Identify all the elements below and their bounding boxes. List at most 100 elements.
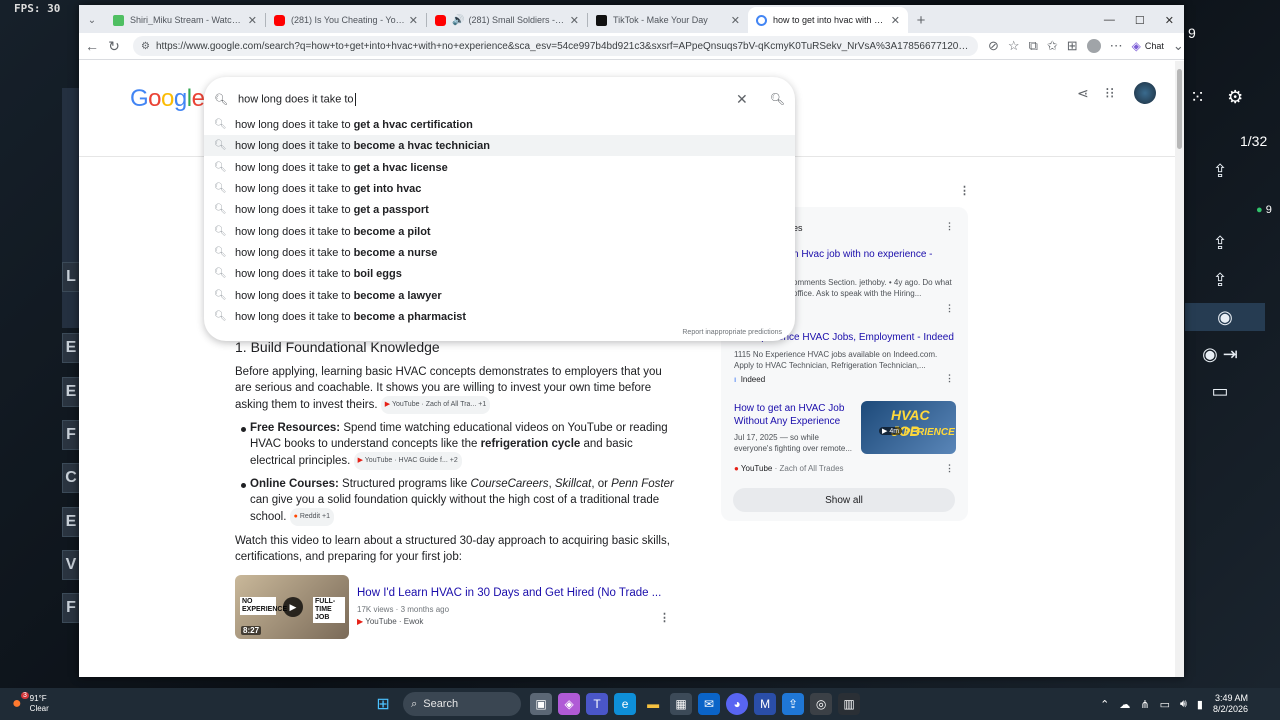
source-chip[interactable]: ● Reddit +1: [289, 508, 334, 526]
playstation-icon[interactable]: ◉: [1185, 303, 1265, 331]
close-tab-icon[interactable]: ✕: [891, 14, 900, 27]
desktop-tile-8[interactable]: F: [62, 593, 80, 623]
share-icon[interactable]: ⋖: [1077, 85, 1089, 102]
tab-search-chevron-icon[interactable]: ⌄: [79, 7, 105, 33]
app-icon-game[interactable]: ⇪: [782, 693, 805, 715]
store-icon[interactable]: ▦: [670, 693, 693, 715]
bookmark-star-icon[interactable]: ☆: [1008, 38, 1020, 54]
minimize-icon[interactable]: —: [1104, 14, 1115, 27]
desktop-tile-1[interactable]: L: [62, 262, 80, 292]
desktop-tile-6[interactable]: E: [62, 507, 80, 537]
cloud-icon[interactable]: ☁: [1119, 698, 1130, 711]
suggestion-item[interactable]: 🔍︎ how long does it take to get a passport: [204, 199, 795, 220]
settings-gear-icon[interactable]: ⚙: [1227, 87, 1243, 108]
copilot-app-icon[interactable]: ◈: [558, 693, 581, 715]
chevron-down-icon[interactable]: ⌄: [1173, 38, 1184, 54]
tray-chevron-icon[interactable]: ⌃: [1100, 698, 1109, 711]
suggestion-item-highlighted[interactable]: 🔍︎ how long does it take to become a hvac …: [204, 135, 795, 156]
suggestion-item[interactable]: 🔍︎ how long does it take to become a pilot: [204, 221, 795, 242]
suggestion-item[interactable]: 🔍︎ how long does it take to get a hvac cer…: [204, 114, 795, 135]
battery-icon[interactable]: ▮: [1197, 698, 1203, 711]
favorites-icon[interactable]: ✩: [1047, 38, 1058, 54]
controller-icon[interactable]: ⇪: [1185, 157, 1255, 185]
controller-icon[interactable]: ⇪: [1185, 229, 1255, 257]
tab-4[interactable]: TikTok - Make Your Day ✕: [588, 7, 748, 33]
report-predictions-link[interactable]: Report inappropriate predictions: [682, 329, 782, 336]
maximize-icon[interactable]: ☐: [1135, 14, 1145, 27]
playstation-exit-icon[interactable]: ◉ ⇥: [1185, 340, 1255, 368]
tab-5-active[interactable]: how to get into hvac with no expe ✕: [748, 7, 908, 33]
copilot-chat-button[interactable]: ◈ Chat: [1132, 39, 1164, 53]
video-thumbnail[interactable]: NO EXPERIENCE FULL-TIME JOB ▶ 8:27: [235, 575, 349, 639]
url-bar[interactable]: ⚙ https://www.google.com/search?q=how+to…: [133, 36, 978, 56]
monitor-icon[interactable]: ▭: [1185, 377, 1255, 405]
suggestion-item[interactable]: 🔍︎ how long does it take to become a lawye…: [204, 285, 795, 306]
desktop-tile-2[interactable]: E: [62, 333, 80, 363]
file-explorer-icon[interactable]: ▬: [642, 693, 664, 715]
account-avatar[interactable]: [1134, 82, 1156, 104]
page-scrollbar[interactable]: [1175, 61, 1184, 677]
collections-icon[interactable]: ⊞: [1067, 38, 1078, 54]
suggestion-item[interactable]: 🔍︎ how long does it take to become a pharm…: [204, 306, 795, 327]
taskbar-search[interactable]: ⌕ Search: [403, 692, 522, 716]
profile-avatar[interactable]: [1086, 39, 1101, 53]
tab-3[interactable]: 🔊 (281) Small Soldiers - YouTube ✕: [427, 7, 587, 33]
volume-icon[interactable]: 🔊︎: [1180, 698, 1187, 711]
result-3-thumbnail[interactable]: HVAC JOB XPERIENCE ▶ 4m: [861, 401, 956, 454]
suggestion-item[interactable]: 🔍︎ how long does it take to become a nurse: [204, 242, 795, 263]
close-window-icon[interactable]: ✕: [1165, 14, 1174, 27]
start-windows-icon[interactable]: ⊞: [372, 693, 394, 715]
close-tab-icon[interactable]: ✕: [731, 14, 740, 27]
weather-widget[interactable]: ● 3 91°F Clear: [12, 692, 132, 714]
audio-playing-icon[interactable]: 🔊: [452, 15, 464, 26]
reload-icon[interactable]: ↻: [103, 38, 125, 55]
edge-browser-icon[interactable]: e: [614, 693, 637, 715]
source-chip[interactable]: ▶ YouTube · HVAC Guide f... +2: [353, 452, 462, 470]
outlook-icon[interactable]: ✉: [698, 693, 721, 715]
clear-search-icon[interactable]: ✕: [736, 91, 748, 108]
more-options-icon[interactable]: ⋮: [945, 303, 954, 314]
scrollbar-thumb[interactable]: [1177, 69, 1182, 149]
app-icon-m[interactable]: M: [754, 693, 777, 715]
task-view-icon[interactable]: ▣: [530, 693, 553, 715]
more-menu-icon[interactable]: ⋯: [1110, 38, 1123, 54]
result-3-title-line-1[interactable]: How to get an HVAC Job: [734, 403, 844, 414]
more-options-icon[interactable]: ⋮: [945, 373, 954, 384]
suggestion-item[interactable]: 🔍︎ how long does it take to get into hvac: [204, 178, 795, 199]
search-submit-icon[interactable]: 🔍︎: [770, 92, 785, 106]
site-info-icon[interactable]: ⚙: [141, 41, 150, 52]
desktop-tile-7[interactable]: V: [62, 550, 80, 580]
app-icon-dark[interactable]: ▥: [838, 693, 861, 715]
apps-grid-icon[interactable]: ⁝⁝: [1105, 84, 1115, 102]
teams-icon[interactable]: T: [586, 693, 609, 715]
result-3-title-line-2[interactable]: Without Any Experience: [734, 416, 840, 427]
show-all-button[interactable]: Show all: [733, 488, 955, 512]
suggestion-item[interactable]: 🔍︎ how long does it take to get a hvac lic…: [204, 157, 795, 178]
more-options-icon[interactable]: ⋮: [945, 463, 954, 474]
clock[interactable]: 3:49 AM 8/2/2026: [1213, 693, 1248, 715]
new-tab-plus-icon[interactable]: +: [908, 7, 934, 33]
controller-icon[interactable]: ⇪: [1185, 266, 1255, 294]
extensions-icon[interactable]: ⧉: [1029, 38, 1038, 54]
tab-2[interactable]: (281) Is You Cheating - YouTube ✕: [266, 7, 426, 33]
back-arrow-icon[interactable]: ←: [81, 38, 103, 54]
microphone-icon[interactable]: ⋔: [1140, 698, 1149, 711]
desktop-tile-4[interactable]: F: [62, 420, 80, 450]
suggestion-item[interactable]: 🔍︎ how long does it take to boil eggs: [204, 263, 795, 284]
close-tab-icon[interactable]: ✕: [409, 14, 418, 27]
tab-1[interactable]: Shiri_Miku Stream - Watch Live on ✕: [105, 7, 265, 33]
source-chip[interactable]: ▶ YouTube · Zach of All Tra... +1: [380, 396, 491, 414]
close-tab-icon[interactable]: ✕: [248, 14, 257, 27]
desktop-tile-3[interactable]: E: [62, 377, 80, 407]
google-logo[interactable]: Google: [130, 85, 205, 113]
more-options-icon[interactable]: ⋮: [659, 611, 670, 624]
result-1-title[interactable]: n Hvac job with no experience -: [793, 249, 933, 260]
play-icon[interactable]: ▶: [283, 597, 303, 617]
eye-slash-icon[interactable]: ⊘: [988, 38, 999, 54]
discord-icon[interactable]: ◕: [726, 693, 749, 715]
video-title-link[interactable]: How I'd Learn HVAC in 30 Days and Get Hi…: [357, 587, 661, 599]
more-options-icon[interactable]: ⋮: [959, 184, 970, 197]
search-input[interactable]: how long does it take to: [238, 92, 356, 106]
more-options-icon[interactable]: ⋮: [945, 221, 954, 232]
grid-dots-icon[interactable]: ⁙: [1190, 87, 1205, 108]
